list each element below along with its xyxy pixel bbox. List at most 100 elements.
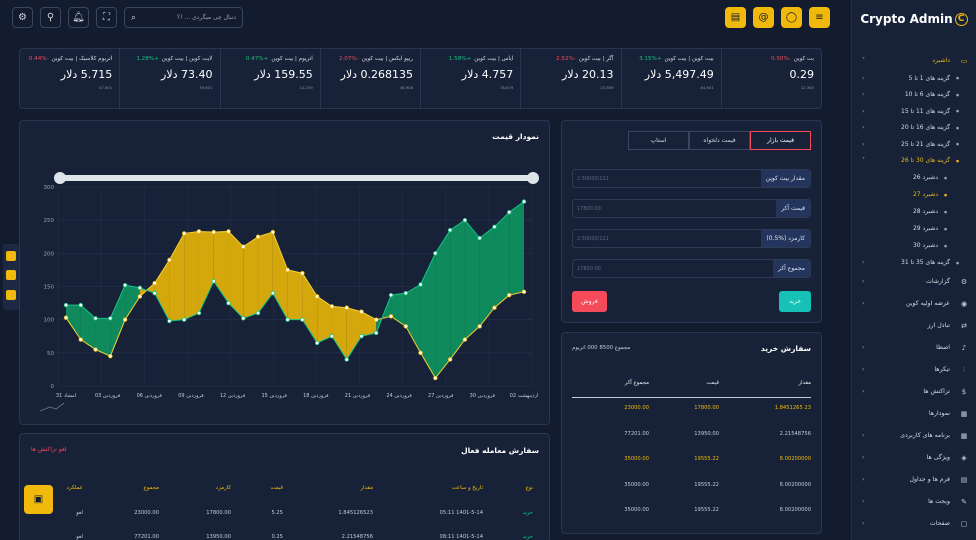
btc-amount-value[interactable]: 2.50000/121 bbox=[573, 176, 761, 182]
buy-orders-title: سفارش خرید bbox=[760, 344, 811, 353]
range-slider-handle[interactable] bbox=[54, 172, 66, 184]
ticker-card[interactable]: آگر | بیت کوین -2.52% 20.13 دلار 23,569 bbox=[520, 49, 620, 108]
sidebar-item[interactable]: ⫶ تیکرها ‹ bbox=[852, 359, 976, 381]
x-tick-label: فروردین 15 bbox=[261, 393, 287, 399]
fee-field[interactable]: کارمزد (%0.5) 2.50000/121 bbox=[572, 229, 811, 248]
trade-tabs: قیمت بازار قیمت دلخواه استاپ bbox=[628, 131, 811, 150]
sidebar-item[interactable]: ◈ ویژگی ها ‹ bbox=[852, 447, 976, 469]
sidebar-item[interactable]: ♪ اصطا ‹ bbox=[852, 337, 976, 359]
brand-logo[interactable]: Crypto Admin C bbox=[852, 1, 976, 37]
sidebar-item-label: گزینه های 6 تا 10 bbox=[904, 91, 950, 99]
area-band bbox=[435, 230, 451, 379]
active-orders-cell[interactable]: لغو bbox=[76, 510, 83, 516]
sidebar-item-label: گزینه های 21 تا 25 bbox=[901, 140, 950, 148]
sell-button[interactable]: فروش bbox=[572, 291, 607, 312]
search-box[interactable]: دنبال چی میگردی ... !؟ ⌕ bbox=[124, 7, 243, 28]
app-root: ⚙ ⚲ 🔔︎ ⛶ دنبال چی میگردی ... !؟ ⌕ ▤ @ ◯ … bbox=[0, 0, 976, 540]
sidebar-item[interactable]: ✎ ویجت ها ‹ bbox=[852, 491, 976, 513]
series-2-point bbox=[122, 282, 128, 288]
orders-cell: 17800.00 bbox=[694, 405, 719, 411]
active-orders-cell: 05:11 1401-5-14 bbox=[439, 510, 483, 516]
price-chart[interactable]: 0 50 100 150 200 250 300 امشاد 31 فروردین 03 فرور… bbox=[20, 121, 551, 426]
user-button[interactable]: ⚲ bbox=[40, 7, 61, 28]
series-2-point bbox=[403, 290, 409, 296]
active-orders-header: نوع bbox=[525, 485, 533, 491]
sidebar-item[interactable]: ● دشبرد 26 bbox=[852, 169, 976, 186]
menu-toggle-button[interactable]: ≡ bbox=[809, 7, 830, 28]
sidebar-item[interactable]: ● دشبرد 29 bbox=[852, 220, 976, 237]
ticker-card[interactable]: اتریوم کلاسیک | بیت کوین -0.44% 5.715 دلار… bbox=[20, 49, 119, 108]
sidebar-item[interactable]: ● گزینه های 16 تا 20 ‹ bbox=[852, 120, 976, 137]
ticker-card[interactable]: ریپو ایکس | بیت کوین -2.07% 0.268135 دلار 4… bbox=[319, 49, 420, 108]
bullet-icon: ● bbox=[955, 76, 959, 81]
series-2-point bbox=[255, 310, 261, 316]
sidebar-item[interactable]: ● گزینه های 11 تا 15 ‹ bbox=[852, 103, 976, 120]
area-band bbox=[464, 220, 480, 340]
sidebar-item[interactable]: ⚙ گزارشات ‹ bbox=[852, 271, 976, 293]
tab-market-price[interactable]: قیمت بازار bbox=[750, 131, 811, 150]
sidebar-item[interactable]: ▦ نمودارها bbox=[852, 403, 976, 425]
price-field[interactable]: قیمت آکر 17800.00 bbox=[572, 199, 811, 218]
sidebar-item[interactable]: ◉ عرضه اولیه کوین ‹ bbox=[852, 293, 976, 315]
series-2-point bbox=[344, 357, 349, 362]
sidebar-item[interactable]: ● دشبرد 27 bbox=[852, 186, 976, 203]
clipboard-button[interactable]: ▤ bbox=[725, 7, 746, 28]
ticker-change: -2.52% bbox=[556, 56, 576, 62]
ticker-header: اتریوم | بیت کوین +0.47% bbox=[221, 56, 313, 62]
sidebar-item-label: گزینه های 35 تا 31 bbox=[901, 259, 950, 267]
ticker-card[interactable]: بت کوین -0.50% 0.29 12,365 bbox=[720, 49, 821, 108]
sidebar-item-label: ویژگی ها bbox=[926, 454, 950, 462]
range-slider-handle[interactable] bbox=[527, 172, 539, 184]
sidebar-item[interactable]: ● دشبرد 30 bbox=[852, 237, 976, 254]
sidebar-item[interactable]: ● دشبرد 28 bbox=[852, 203, 976, 220]
area-band bbox=[405, 284, 421, 353]
sidebar-item[interactable]: ▤ فرم ها و جداول ‹ bbox=[852, 469, 976, 491]
cancel-all-link[interactable]: لغو تراکنش ها bbox=[31, 446, 67, 453]
sidebar-item-label: نمودارها bbox=[928, 410, 950, 418]
sidebar-item[interactable]: ● گزینه های 21 تا 25 ‹ bbox=[852, 136, 976, 153]
settings-button[interactable]: ⚙ bbox=[12, 7, 33, 28]
fee-value[interactable]: 2.50000/121 bbox=[573, 236, 761, 242]
sidebar-item[interactable]: ▭ داشبرد ˅ bbox=[852, 51, 976, 70]
area-band bbox=[494, 212, 510, 308]
active-orders-cell[interactable]: لغو bbox=[76, 534, 83, 540]
sidebar-item[interactable]: $ تراکنش ها ‹ bbox=[852, 381, 976, 403]
sidebar-item[interactable]: ● گزینه های 6 تا 10 ‹ bbox=[852, 87, 976, 104]
series-2-point bbox=[300, 317, 305, 322]
area-band bbox=[450, 220, 465, 360]
tool-wallet-button[interactable] bbox=[6, 251, 16, 261]
ticker-card[interactable]: ایاس | بیت کوین +1.58% 4.757 دلار 78,879 bbox=[420, 49, 520, 108]
sidebar-item[interactable]: ▢ صفحات ‹ bbox=[852, 513, 976, 535]
notifications-button[interactable]: 🔔︎ bbox=[68, 7, 89, 28]
tab-stop[interactable]: استاپ bbox=[628, 131, 689, 150]
tool-card-button[interactable] bbox=[6, 270, 16, 280]
fullscreen-button[interactable]: ⛶ bbox=[96, 7, 117, 28]
price-value[interactable]: 17800.00 bbox=[573, 206, 776, 212]
sidebar-item[interactable]: ⇄ تبادل ارز bbox=[852, 315, 976, 337]
sidebar-item[interactable]: ● گزینه های 1 تا 5 ‹ bbox=[852, 70, 976, 87]
sidebar-item-label: دشبرد 29 bbox=[912, 225, 938, 233]
ticker-card[interactable]: بیت کوین | بیت کوین +3.15% 5,497.49 دلار 84… bbox=[620, 49, 721, 108]
tool-folder-button[interactable] bbox=[6, 290, 16, 300]
total-field[interactable]: مجموع آکر 17800.00 bbox=[572, 259, 811, 278]
ticker-card[interactable]: لایت کوین | بیت کوین +1.28% 73.40 دلار 39,6… bbox=[119, 49, 219, 108]
email-button[interactable]: @ bbox=[753, 7, 774, 28]
sidebar: Crypto Admin C ▭ داشبرد ˅ ● گزینه های 1 تا 5… bbox=[851, 0, 976, 540]
chevron-left-icon: ‹ bbox=[862, 388, 865, 396]
buy-button[interactable]: خرید bbox=[779, 291, 811, 312]
tab-limit-price[interactable]: قیمت دلخواه bbox=[689, 131, 750, 150]
search-input[interactable]: دنبال چی میگردی ... !؟ bbox=[177, 14, 236, 21]
series-1-point bbox=[462, 337, 468, 342]
btc-amount-field[interactable]: مقدار بیت کوین 2.50000/121 bbox=[572, 169, 811, 188]
ticker-change: +0.47% bbox=[245, 56, 269, 62]
sidebar-item[interactable]: ● گزینه های 35 تا 31 ‹ bbox=[852, 254, 976, 271]
total-value[interactable]: 17800.00 bbox=[573, 266, 773, 272]
series-1-point bbox=[63, 315, 69, 320]
sidebar-item[interactable]: ▦ برنامه های کاربردی ‹ bbox=[852, 425, 976, 447]
sidebar-item[interactable]: ● گزینه های 30 تا 26 ˅ bbox=[852, 153, 976, 170]
active-orders-cell: 77201.00 bbox=[134, 534, 159, 540]
series-1-point bbox=[433, 375, 438, 381]
ticker-card[interactable]: اتریوم | بیت کوین +0.47% 159.55 دلار 12,239 bbox=[219, 49, 320, 108]
chat-button[interactable]: ◯ bbox=[781, 7, 802, 28]
wallet-fab-button[interactable]: ▣ bbox=[24, 485, 53, 514]
